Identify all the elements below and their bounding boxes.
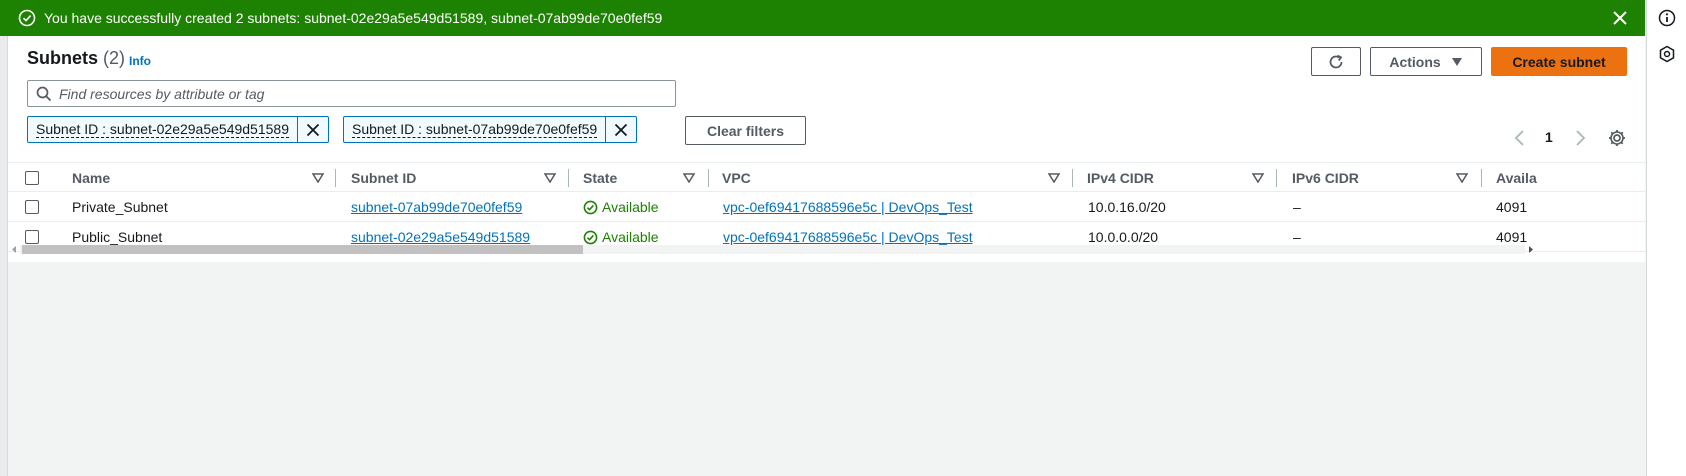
clear-filters-button[interactable]: Clear filters xyxy=(685,116,806,145)
column-header-available-ips[interactable]: Availa xyxy=(1496,163,1537,193)
table-header: Name Subnet ID State VPC IPv4 CIDR IPv6 … xyxy=(8,162,1645,192)
close-icon[interactable] xyxy=(1610,8,1630,28)
subnet-name: Private_Subnet xyxy=(72,199,168,215)
subnet-count: (2) xyxy=(103,48,126,68)
chevron-right-icon[interactable] xyxy=(1573,129,1587,147)
select-all-checkbox[interactable] xyxy=(25,171,39,185)
available-ips: 4091 xyxy=(1496,199,1528,215)
page-title: Subnets (2) xyxy=(27,48,126,68)
refresh-button[interactable] xyxy=(1311,47,1361,76)
sort-icon xyxy=(1048,173,1060,183)
refresh-icon xyxy=(1329,54,1343,68)
success-check-icon xyxy=(583,200,598,214)
close-icon xyxy=(615,123,628,136)
hexagon-icon[interactable] xyxy=(1658,45,1676,63)
search-input[interactable] xyxy=(59,85,649,102)
filter-token[interactable]: Subnet ID : subnet-02e29a5e549d51589 xyxy=(27,116,329,143)
column-header-state[interactable]: State xyxy=(583,163,723,193)
chevron-left-icon[interactable] xyxy=(1513,129,1527,147)
horizontal-scrollbar[interactable] xyxy=(8,241,1537,256)
sort-icon xyxy=(1456,173,1468,183)
subnet-id-link[interactable]: subnet-07ab99de70e0fef59 xyxy=(351,192,522,222)
filter-token-label: Subnet ID : subnet-07ab99de70e0fef59 xyxy=(352,120,598,138)
actions-label: Actions xyxy=(1389,53,1441,70)
create-subnet-button[interactable]: Create subnet xyxy=(1491,47,1627,76)
state-label: Available xyxy=(602,199,659,215)
scroll-right-icon[interactable] xyxy=(1527,245,1535,254)
search-bar[interactable] xyxy=(27,80,676,107)
page-number[interactable]: 1 xyxy=(1545,129,1553,145)
column-header-vpc[interactable]: VPC xyxy=(722,163,1087,193)
search-icon xyxy=(36,86,52,101)
sort-icon xyxy=(312,173,324,183)
actions-button[interactable]: Actions xyxy=(1370,47,1482,76)
row-checkbox[interactable] xyxy=(25,200,39,214)
remove-filter-button[interactable] xyxy=(606,117,636,142)
table-row[interactable]: Private_Subnet subnet-07ab99de70e0fef59 … xyxy=(8,192,1645,222)
sort-icon xyxy=(544,173,556,183)
column-header-ipv4-cidr[interactable]: IPv4 CIDR xyxy=(1087,163,1292,193)
column-header-name[interactable]: Name xyxy=(72,163,355,193)
filter-token-label: Subnet ID : subnet-02e29a5e549d51589 xyxy=(36,120,289,138)
success-banner: You have successfully created 2 subnets:… xyxy=(0,0,1645,36)
ipv6-cidr: – xyxy=(1293,199,1301,215)
scroll-left-icon[interactable] xyxy=(10,245,18,254)
sort-icon xyxy=(683,173,695,183)
filter-token[interactable]: Subnet ID : subnet-07ab99de70e0fef59 xyxy=(343,116,638,143)
left-edge xyxy=(0,36,8,476)
close-icon xyxy=(306,123,320,136)
info-link[interactable]: Info xyxy=(129,54,151,68)
column-header-ipv6-cidr[interactable]: IPv6 CIDR xyxy=(1292,163,1497,193)
remove-filter-button[interactable] xyxy=(298,117,328,142)
sort-icon xyxy=(1252,173,1264,183)
gear-icon[interactable] xyxy=(1607,128,1627,148)
vpc-link[interactable]: vpc-0ef69417688596e5c | DevOps_Test xyxy=(723,192,973,222)
right-rail xyxy=(1646,0,1686,476)
info-circle-icon[interactable] xyxy=(1658,9,1676,27)
scrollbar-thumb[interactable] xyxy=(22,245,583,254)
state-cell: Available xyxy=(583,192,659,222)
caret-down-icon xyxy=(1451,57,1462,66)
ipv4-cidr: 10.0.16.0/20 xyxy=(1088,199,1166,215)
subnets-panel: Subnets (2) Info Actions Create subnet S… xyxy=(8,36,1645,262)
column-header-subnet-id[interactable]: Subnet ID xyxy=(351,163,582,193)
success-check-icon xyxy=(18,9,36,27)
banner-message: You have successfully created 2 subnets:… xyxy=(44,10,663,26)
